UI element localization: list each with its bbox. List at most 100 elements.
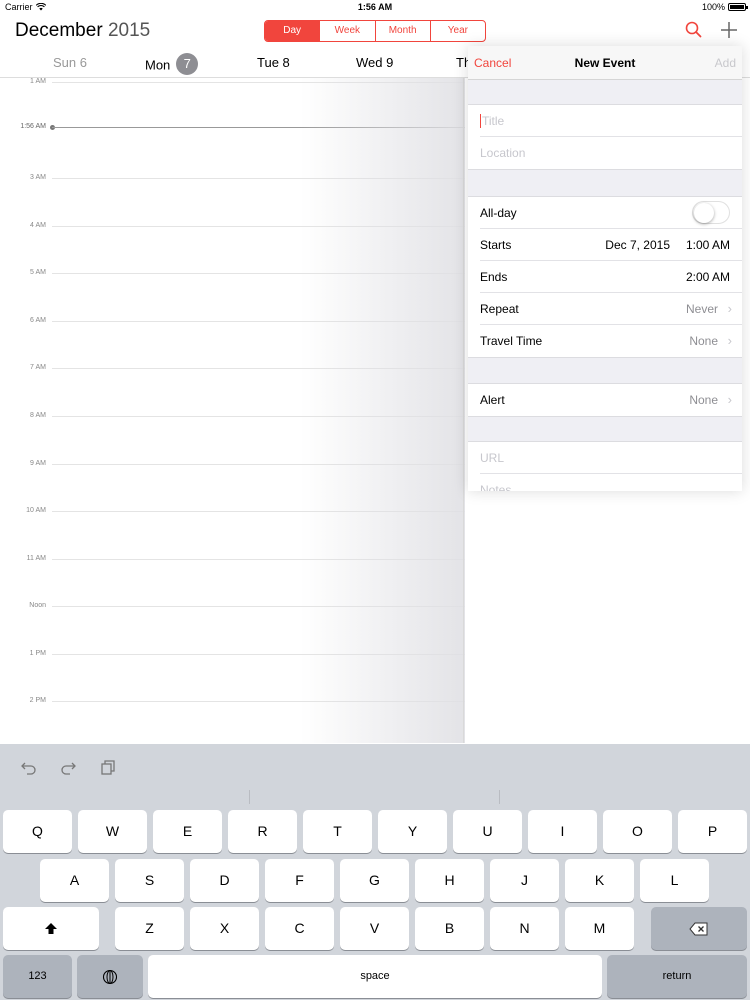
keyboard: Q W E R T Y U I O P A S D F G H J K L Z …	[0, 744, 750, 1000]
keyboard-shortcut-bar	[0, 744, 750, 806]
hour-label: 8 AM	[30, 412, 46, 419]
key-b[interactable]: B	[415, 907, 484, 950]
alert-label: Alert	[480, 393, 505, 407]
day-wed-9[interactable]: Wed 9	[356, 55, 393, 70]
repeat-label: Repeat	[480, 302, 519, 316]
undo-icon[interactable]	[19, 758, 39, 778]
hour-label: 6 AM	[30, 317, 46, 324]
key-v[interactable]: V	[340, 907, 409, 950]
hour-label: 3 AM	[30, 174, 46, 181]
current-time-label: 1:56 AM	[20, 123, 46, 130]
url-notes-group: URL Notes	[468, 441, 742, 491]
key-c[interactable]: C	[265, 907, 334, 950]
day-mon-7[interactable]: Mon 7	[145, 53, 199, 77]
starts-time: 1:00 AM	[685, 238, 730, 252]
battery-percent: 100%	[701, 2, 725, 12]
battery-icon	[728, 3, 748, 11]
key-d[interactable]: D	[190, 859, 259, 902]
hour-label: 11 AM	[26, 555, 46, 562]
key-n[interactable]: N	[490, 907, 559, 950]
hour-label: 7 AM	[30, 364, 46, 371]
starts-label: Starts	[480, 238, 512, 252]
location-field[interactable]: Location	[480, 137, 742, 169]
key-t[interactable]: T	[303, 810, 372, 853]
notes-placeholder: Notes	[480, 483, 512, 491]
selected-day-badge: 7	[176, 53, 199, 75]
alert-row[interactable]: Alert None ›	[480, 384, 742, 416]
tab-year[interactable]: Year	[429, 21, 485, 41]
chevron-right-icon: ›	[727, 392, 732, 407]
key-j[interactable]: J	[490, 859, 559, 902]
text-cursor	[480, 114, 481, 128]
key-g[interactable]: G	[340, 859, 409, 902]
chevron-right-icon: ›	[727, 333, 732, 348]
new-event-popover: Cancel New Event Add Title Location All-…	[468, 46, 742, 491]
month-title: December 2015	[15, 20, 150, 42]
emoji-key[interactable]	[77, 955, 143, 998]
alert-group: Alert None ›	[468, 383, 742, 417]
add-button[interactable]: Add	[715, 56, 736, 70]
day-sun-6[interactable]: Sun 6	[53, 55, 87, 70]
predictive-separator	[499, 790, 500, 804]
space-key[interactable]: space	[148, 955, 602, 998]
key-a[interactable]: A	[40, 859, 109, 902]
key-o[interactable]: O	[603, 810, 672, 853]
repeat-row[interactable]: Repeat Never ›	[480, 293, 742, 325]
key-l[interactable]: L	[640, 859, 709, 902]
key-x[interactable]: X	[190, 907, 259, 950]
tab-week[interactable]: Week	[319, 21, 374, 41]
key-q[interactable]: Q	[3, 810, 72, 853]
title-field[interactable]: Title	[480, 105, 742, 137]
key-k[interactable]: K	[565, 859, 634, 902]
redo-icon[interactable]	[58, 758, 78, 778]
hour-label: Noon	[29, 602, 46, 609]
hour-label: 10 AM	[26, 507, 46, 514]
all-day-toggle[interactable]	[692, 201, 730, 224]
ends-row[interactable]: Ends 2:00 AM	[480, 261, 742, 293]
time-grid[interactable]: 1 AM 3 AM 4 AM 5 AM 6 AM 7 AM 8 AM 9 AM …	[0, 78, 465, 743]
time-settings-group: All-day Starts Dec 7, 2015 1:00 AM Ends …	[468, 196, 742, 358]
tab-day[interactable]: Day	[265, 21, 320, 41]
starts-row[interactable]: Starts Dec 7, 2015 1:00 AM	[480, 229, 742, 261]
tab-month[interactable]: Month	[374, 21, 430, 41]
predictive-separator	[249, 790, 250, 804]
key-r[interactable]: R	[228, 810, 297, 853]
key-w[interactable]: W	[78, 810, 147, 853]
key-u[interactable]: U	[453, 810, 522, 853]
globe-keyboard-icon	[102, 970, 118, 985]
key-f[interactable]: F	[265, 859, 334, 902]
key-y[interactable]: Y	[378, 810, 447, 853]
travel-time-label: Travel Time	[480, 334, 543, 348]
hour-label: 2 PM	[29, 697, 46, 704]
key-h[interactable]: H	[415, 859, 484, 902]
travel-time-row[interactable]: Travel Time None ›	[480, 325, 742, 357]
hour-label: 9 AM	[30, 460, 46, 467]
alert-value: None	[689, 393, 718, 407]
key-s[interactable]: S	[115, 859, 184, 902]
url-field[interactable]: URL	[480, 442, 742, 474]
key-z[interactable]: Z	[115, 907, 184, 950]
delete-icon	[689, 922, 708, 936]
delete-key[interactable]	[651, 907, 747, 950]
shift-key[interactable]	[3, 907, 99, 950]
hour-label: 1 AM	[30, 78, 46, 85]
url-placeholder: URL	[480, 451, 505, 465]
plus-icon[interactable]	[718, 19, 740, 41]
chevron-right-icon: ›	[727, 301, 732, 316]
repeat-value: Never	[685, 302, 718, 316]
month-label: December	[15, 20, 103, 41]
key-e[interactable]: E	[153, 810, 222, 853]
view-switcher: Day Week Month Year	[264, 20, 486, 42]
search-icon[interactable]	[683, 19, 705, 41]
key-i[interactable]: I	[528, 810, 597, 853]
day-tue-8[interactable]: Tue 8	[257, 55, 290, 70]
numbers-key[interactable]: 123	[3, 955, 72, 998]
ends-label: Ends	[480, 270, 508, 284]
paste-icon[interactable]	[98, 758, 118, 778]
key-m[interactable]: M	[565, 907, 634, 950]
all-day-label: All-day	[480, 206, 517, 220]
key-p[interactable]: P	[678, 810, 747, 853]
notes-field[interactable]: Notes	[480, 474, 742, 491]
return-key[interactable]: return	[607, 955, 747, 998]
status-bar: Carrier 1:56 AM 100%	[0, 0, 750, 14]
